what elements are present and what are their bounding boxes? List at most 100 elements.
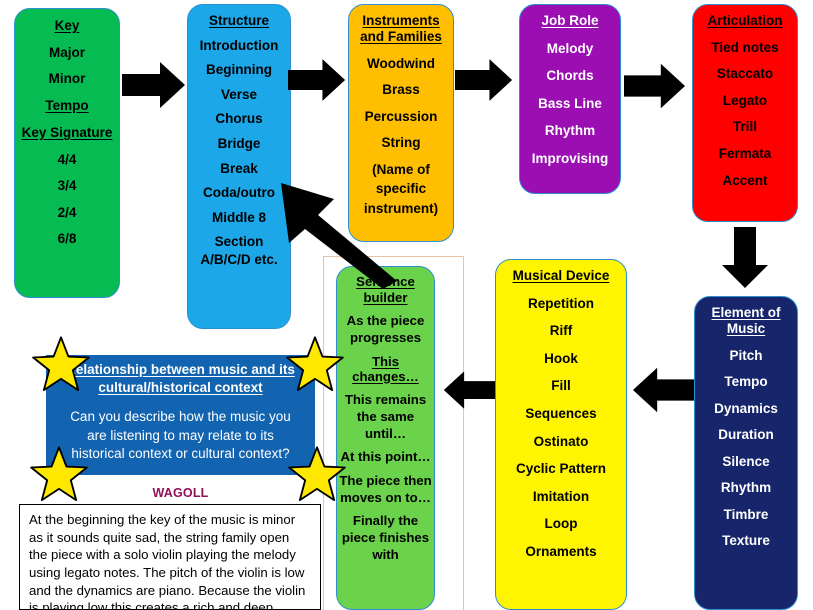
box-sentence-builder-item-9: Finally the xyxy=(352,512,419,528)
wagoll-label: WAGOLL xyxy=(152,486,209,500)
arrow-sentence-builder-to-structure xyxy=(279,177,399,289)
box-articulation[interactable]: Articulation Tied notes Staccato Legato … xyxy=(692,4,798,222)
relationship-body-line3: historical context or cultural context? xyxy=(71,446,290,462)
relationship-title-line2: cultural/historical context xyxy=(98,379,263,395)
box-sentence-builder-item-1: progresses xyxy=(349,330,422,346)
box-job-role-item-0: Melody xyxy=(546,40,594,56)
arrow-articulation-to-element-of-music xyxy=(722,227,768,289)
box-element-item-5: Rhythm xyxy=(720,480,772,496)
box-job-role-item-3: Rhythm xyxy=(544,123,596,139)
box-element-item-2: Dynamics xyxy=(714,400,778,416)
box-musical-device-item-4: Sequences xyxy=(525,405,597,421)
box-structure-item-6: Coda/outro xyxy=(203,185,275,201)
arrow-element-to-musical-device xyxy=(632,367,694,413)
box-instruments-title-line1: Instruments xyxy=(362,13,440,28)
box-musical-device-item-3: Fill xyxy=(551,378,571,394)
arrow-key-to-structure xyxy=(122,62,186,108)
box-sentence-builder-item-4: the same xyxy=(356,409,415,425)
wagoll-text-box[interactable]: At the beginning the key of the music is… xyxy=(19,504,321,610)
box-instruments-item-3: String xyxy=(381,135,421,151)
wagoll-text: At the beginning the key of the music is… xyxy=(29,512,306,610)
box-sentence-builder[interactable]: Sentence builder As the piece progresses… xyxy=(336,266,435,610)
box-element-title-line1: Element of xyxy=(711,305,781,320)
relationship-title-line1: Relationship between music and its xyxy=(66,362,295,377)
box-job-role-title: Job Role xyxy=(541,13,599,28)
diagram-canvas: Key Major Minor Tempo Key Signature 4/4 … xyxy=(0,0,813,610)
box-element-title: Element of Music xyxy=(711,305,780,337)
box-element-title-line2: Music xyxy=(726,320,766,336)
box-articulation-item-0: Tied notes xyxy=(711,39,779,55)
box-structure-item-8: Section xyxy=(214,234,264,250)
box-sentence-builder-item-3: This remains xyxy=(344,391,427,407)
relationship-body-line2: are listening to may relate to its xyxy=(87,427,274,443)
box-musical-device-item-0: Repetition xyxy=(528,295,594,311)
box-musical-device-item-6: Cyclic Pattern xyxy=(515,461,607,477)
box-key-signature-3: 6/8 xyxy=(57,231,77,247)
star-icon-top-right xyxy=(286,336,344,397)
box-element-item-1: Tempo xyxy=(724,374,768,390)
box-structure-item-7: Middle 8 xyxy=(211,209,266,225)
box-articulation-item-2: Legato xyxy=(722,92,768,108)
box-sentence-builder-item-2: This changes… xyxy=(352,353,419,384)
placeholder-border-left xyxy=(323,256,325,610)
box-key-title: Key xyxy=(54,18,80,33)
box-key-item-1: Minor xyxy=(48,71,86,87)
box-musical-device[interactable]: Musical Device Repetition Riff Hook Fill… xyxy=(495,259,627,610)
box-instruments-item-1: Brass xyxy=(382,82,420,98)
box-job-role-item-4: Improvising xyxy=(531,150,609,166)
box-musical-device-title: Musical Device xyxy=(512,268,610,283)
box-sentence-builder-item-0: As the piece xyxy=(346,313,425,329)
box-instruments-item-0: Woodwind xyxy=(367,55,435,71)
box-articulation-item-5: Accent xyxy=(722,172,768,188)
box-key-signature-1: 3/4 xyxy=(57,178,77,194)
box-structure-item-5: Break xyxy=(220,160,258,176)
box-key-subtitle-tempo: Tempo xyxy=(45,97,89,113)
box-job-role-item-1: Chords xyxy=(546,68,594,84)
box-element-item-0: Pitch xyxy=(729,347,763,363)
placeholder-border-right xyxy=(463,256,465,610)
box-sentence-builder-item-5: until… xyxy=(364,426,407,442)
box-element-item-3: Duration xyxy=(718,427,774,443)
arrow-instruments-to-job-role xyxy=(455,57,513,103)
box-instruments-item-4: (Name of xyxy=(372,161,430,177)
box-key-signature-0: 4/4 xyxy=(57,151,77,167)
box-musical-device-item-7: Imitation xyxy=(532,488,590,504)
box-structure-item-3: Chorus xyxy=(215,111,263,127)
box-key-item-0: Major xyxy=(48,44,85,60)
relationship-body-line1: Can you describe how the music you xyxy=(70,408,291,424)
box-structure-item-1: Beginning xyxy=(206,62,272,78)
box-key[interactable]: Key Major Minor Tempo Key Signature 4/4 … xyxy=(14,8,120,298)
box-job-role-item-2: Bass Line xyxy=(538,95,602,111)
box-musical-device-item-5: Ostinato xyxy=(533,433,589,449)
box-structure-title: Structure xyxy=(208,13,269,28)
box-sentence-builder-item-6: At this point… xyxy=(340,449,431,465)
box-instruments-title: Instruments and Families xyxy=(360,13,442,45)
box-instruments-title-line2: and Families xyxy=(360,28,442,44)
box-musical-device-item-1: Riff xyxy=(549,323,573,339)
box-element-item-6: Timbre xyxy=(723,506,769,522)
box-sentence-builder-item-7: The piece then xyxy=(339,472,432,488)
arrow-musical-device-to-sentence-builder xyxy=(443,368,495,412)
box-key-subtitle-key-signature: Key Signature xyxy=(21,124,113,140)
box-structure-item-2: Verse xyxy=(220,86,258,102)
box-structure-item-0: Introduction xyxy=(199,37,279,53)
box-musical-device-item-2: Hook xyxy=(544,350,578,366)
box-articulation-title: Articulation xyxy=(707,13,783,28)
box-structure-item-4: Bridge xyxy=(217,135,261,151)
box-element-of-music[interactable]: Element of Music Pitch Tempo Dynamics Du… xyxy=(694,296,798,610)
box-articulation-item-1: Staccato xyxy=(716,66,774,82)
box-sentence-builder-item-10: piece finishes xyxy=(341,530,430,546)
box-sentence-builder-item-8: moves on to… xyxy=(340,489,431,505)
arrow-structure-to-instruments xyxy=(288,57,346,103)
box-key-signature-2: 2/4 xyxy=(57,204,77,220)
box-element-item-4: Silence xyxy=(722,453,770,469)
box-sentence-builder-title-line2: builder xyxy=(363,289,408,305)
box-articulation-item-3: Trill xyxy=(732,119,757,135)
box-job-role[interactable]: Job Role Melody Chords Bass Line Rhythm … xyxy=(519,4,621,194)
arrow-job-role-to-articulation xyxy=(624,63,686,109)
box-structure[interactable]: Structure Introduction Beginning Verse C… xyxy=(187,4,291,329)
box-sentence-builder-item-11: with xyxy=(372,547,399,563)
star-icon-top-left xyxy=(32,336,90,397)
box-articulation-item-4: Fermata xyxy=(718,145,772,161)
box-musical-device-item-8: Loop xyxy=(544,516,578,532)
